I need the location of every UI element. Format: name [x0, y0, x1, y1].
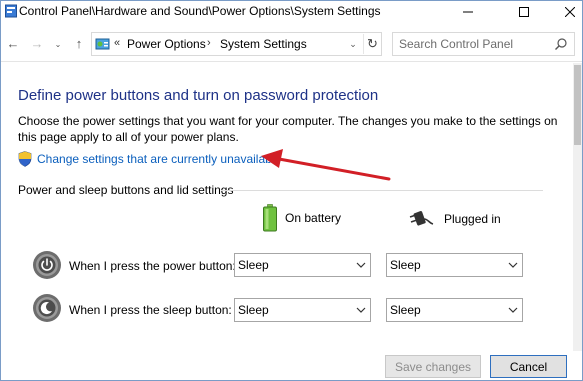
section-divider: [221, 190, 543, 191]
title-bar: Control Panel\Hardware and Sound\Power O…: [1, 1, 582, 23]
breadcrumb-overflow[interactable]: «: [114, 37, 120, 49]
chevron-down-icon: [508, 307, 518, 313]
maximize-button[interactable]: [501, 1, 547, 23]
chevron-down-icon: [356, 262, 366, 268]
annotation-arrow-icon: [261, 149, 391, 181]
forward-button[interactable]: →: [29, 35, 45, 51]
page-title: Define power buttons and turn on passwor…: [18, 87, 379, 104]
maximize-icon: [519, 7, 529, 17]
sleep-button-battery-select[interactable]: Sleep: [234, 298, 371, 322]
address-bar[interactable]: « Power Options › System Settings ⌄ ↻: [91, 32, 382, 56]
chevron-down-icon: [356, 307, 366, 313]
vertical-scrollbar[interactable]: [573, 63, 582, 351]
window-title: Control Panel\Hardware and Sound\Power O…: [19, 4, 381, 18]
system-settings-window: Control Panel\Hardware and Sound\Power O…: [0, 0, 583, 381]
sleep-button-plugged-select[interactable]: Sleep: [386, 298, 523, 322]
uac-shield-icon: [18, 151, 32, 167]
sleep-button-battery-value: Sleep: [238, 303, 269, 317]
minimize-button[interactable]: [445, 1, 491, 23]
up-button[interactable]: ↑: [71, 35, 87, 51]
save-changes-button[interactable]: Save changes: [385, 355, 481, 378]
back-button[interactable]: ←: [5, 35, 21, 51]
navigation-bar: ← → ⌄ ↑ « Power Options › System Setting…: [1, 29, 582, 59]
battery-icon: [263, 204, 277, 232]
power-button-battery-select[interactable]: Sleep: [234, 253, 371, 277]
minimize-icon: [463, 11, 473, 13]
cancel-button[interactable]: Cancel: [490, 355, 567, 378]
control-panel-icon: [95, 38, 110, 50]
search-box[interactable]: [392, 32, 575, 56]
page-description: Choose the power settings that you want …: [18, 114, 558, 144]
power-button-plugged-select[interactable]: Sleep: [386, 253, 523, 277]
breadcrumb-power-options[interactable]: Power Options: [127, 37, 206, 51]
address-dropdown-button[interactable]: ⌄: [346, 37, 360, 51]
refresh-button[interactable]: ↻: [363, 34, 381, 54]
close-button[interactable]: [547, 1, 583, 23]
power-button-battery-value: Sleep: [238, 258, 269, 272]
search-icon[interactable]: [554, 37, 568, 51]
power-button-icon: [33, 251, 61, 279]
chevron-down-icon: [508, 262, 518, 268]
column-label-battery: On battery: [285, 211, 342, 225]
sleep-button-plugged-value: Sleep: [390, 303, 421, 317]
control-panel-icon: [5, 4, 17, 18]
sleep-button-icon: [33, 294, 61, 322]
change-settings-link-label[interactable]: Change settings that are currently unava…: [37, 152, 281, 166]
breadcrumb-system-settings[interactable]: System Settings: [220, 37, 307, 51]
section-heading: Power and sleep buttons and lid settings: [18, 183, 234, 197]
row-label-power-button: When I press the power button:: [69, 259, 236, 273]
column-header-plugged: Plugged in: [408, 209, 501, 229]
column-header-battery: On battery: [263, 204, 341, 232]
plug-icon: [409, 211, 434, 226]
column-label-plugged: Plugged in: [444, 212, 501, 226]
breadcrumb-separator[interactable]: ›: [207, 37, 211, 49]
close-icon: [565, 7, 575, 17]
scrollbar-thumb[interactable]: [574, 65, 581, 145]
search-input[interactable]: [399, 36, 549, 52]
row-label-sleep-button: When I press the sleep button:: [69, 303, 232, 317]
recent-locations-button[interactable]: ⌄: [50, 36, 66, 52]
change-settings-link[interactable]: Change settings that are currently unava…: [18, 151, 281, 167]
power-button-plugged-value: Sleep: [390, 258, 421, 272]
toolbar-divider: [1, 61, 582, 62]
